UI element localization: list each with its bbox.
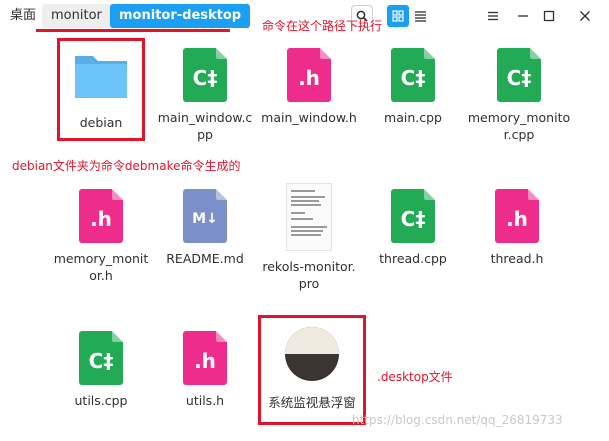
file-label: main_window.h [261, 110, 357, 125]
desktop-annotation: .desktop文件 [377, 370, 453, 384]
menu-button[interactable] [482, 5, 504, 27]
file-item-desktop-entry[interactable]: 系统监视悬浮窗 [262, 326, 362, 411]
file-label: main.cpp [384, 110, 442, 125]
watermark: https://blog.csdn.net/qq_26819733 [352, 413, 563, 427]
breadcrumb-monitor-desktop[interactable]: monitor-desktop [110, 4, 251, 28]
minimize-button[interactable] [512, 5, 534, 27]
file-label: README.md [166, 251, 244, 266]
file-item-thread-cpp[interactable]: C‡ thread.cpp [363, 189, 463, 267]
menu-icon [488, 11, 498, 21]
file-label: memory_monitor.h [53, 251, 149, 283]
markdown-file-icon: M↓ [183, 189, 227, 243]
file-item-main-cpp[interactable]: C‡ main.cpp [363, 48, 463, 126]
file-item-utils-cpp[interactable]: C‡ utils.cpp [51, 331, 151, 409]
header-file-icon: .h [79, 189, 123, 243]
file-item-rekols-monitor-pro[interactable]: rekols-monitor.pro [259, 183, 359, 292]
monitor-app-icon [285, 327, 339, 381]
document-preview-icon [286, 183, 332, 251]
header-file-icon: .h [287, 48, 331, 102]
file-item-utils-h[interactable]: .h utils.h [155, 331, 255, 409]
file-label: thread.h [490, 251, 544, 266]
list-view-icon [414, 11, 426, 22]
minimize-icon [518, 15, 528, 17]
cpp-file-icon: C‡ [497, 48, 541, 102]
file-item-debian[interactable]: debian [51, 44, 151, 131]
file-item-memory-monitor-h[interactable]: .h memory_monitor.h [51, 189, 151, 284]
path-annotation: 命令在这个路径下执行 [262, 19, 383, 33]
breadcrumb-root[interactable]: 桌面 [2, 4, 44, 28]
cpp-file-icon: C‡ [183, 48, 227, 102]
grid-view-icon [392, 10, 404, 22]
close-button[interactable] [574, 5, 596, 27]
cpp-file-icon: C‡ [79, 331, 123, 385]
file-label: utils.cpp [74, 393, 128, 408]
folder-icon [75, 56, 127, 98]
cpp-file-icon: C‡ [391, 48, 435, 102]
debian-annotation: debian文件夹为命令debmake命令生成的 [12, 159, 241, 173]
header-file-icon: .h [183, 331, 227, 385]
file-label: debian [79, 115, 123, 130]
close-icon [580, 11, 590, 21]
grid-view-button[interactable] [387, 5, 409, 27]
file-item-thread-h[interactable]: .h thread.h [467, 189, 567, 267]
file-item-readme-md[interactable]: M↓ README.md [155, 189, 255, 267]
file-label: memory_monitor.cpp [467, 110, 571, 142]
file-label: 系统监视悬浮窗 [268, 395, 356, 410]
file-label: utils.h [185, 393, 225, 408]
file-label: thread.cpp [379, 251, 447, 266]
maximize-button[interactable] [538, 5, 560, 27]
header-file-icon: .h [495, 189, 539, 243]
file-item-main-window-h[interactable]: .h main_window.h [259, 48, 359, 126]
maximize-icon [543, 10, 555, 22]
file-label: main_window.cpp [157, 110, 253, 142]
breadcrumb-monitor[interactable]: monitor [42, 4, 111, 28]
file-label: rekols-monitor.pro [262, 259, 356, 291]
cpp-file-icon: C‡ [391, 189, 435, 243]
file-item-memory-monitor-cpp[interactable]: C‡ memory_monitor.cpp [467, 48, 571, 143]
annotation-underline [36, 29, 230, 32]
file-item-main-window-cpp[interactable]: C‡ main_window.cpp [155, 48, 255, 143]
list-view-button[interactable] [409, 5, 431, 27]
